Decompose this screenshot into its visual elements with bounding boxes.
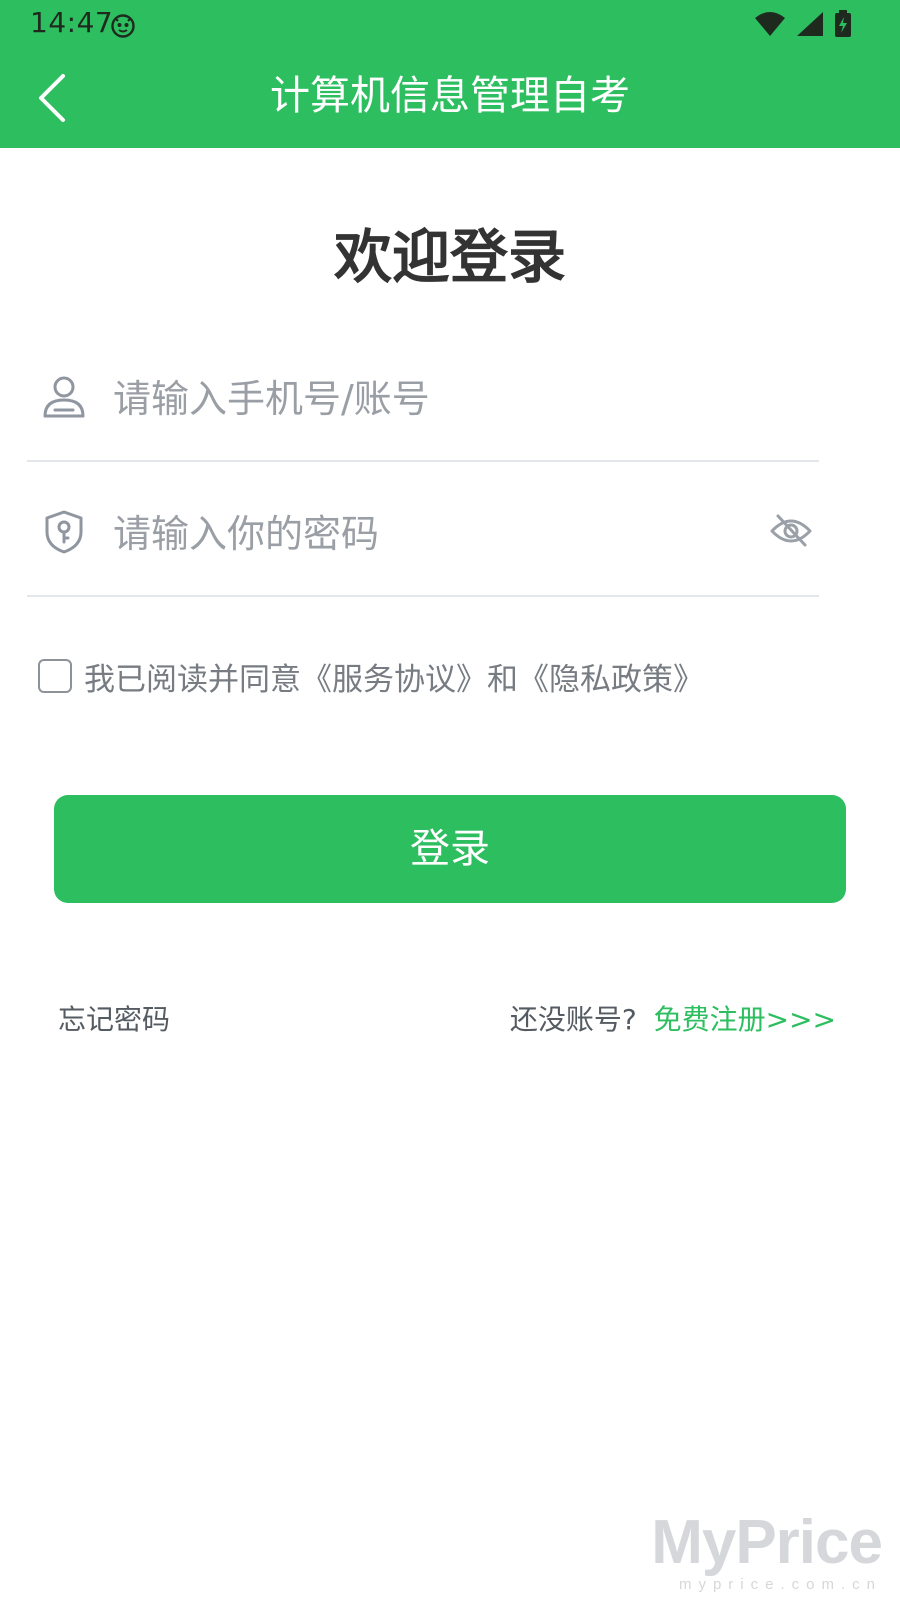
agreement-row: 我已阅读并同意《服务协议》和《隐私政策》 <box>38 654 704 699</box>
user-icon <box>43 376 85 418</box>
chevron-left-icon <box>39 74 65 122</box>
login-button[interactable]: 登录 <box>54 795 846 903</box>
status-icons <box>754 8 852 40</box>
forgot-password-link[interactable]: 忘记密码 <box>58 998 170 1038</box>
password-field <box>27 495 819 597</box>
agreement-checkbox[interactable] <box>38 659 72 693</box>
welcome-heading: 欢迎登录 <box>333 223 566 291</box>
watermark: MyPrice myprice.com.cn <box>651 1508 883 1594</box>
battery-charging-icon <box>835 10 851 37</box>
shield-key-icon <box>45 510 83 554</box>
wifi-icon <box>755 12 785 36</box>
status-time: 14:47 <box>30 6 114 39</box>
password-input[interactable] <box>111 501 735 567</box>
title-bar: 计算机信息管理自考 <box>0 48 900 148</box>
username-field <box>27 360 819 462</box>
status-bar: 14:47 <box>0 0 900 48</box>
app-badge-icon <box>111 14 135 38</box>
page-title: 计算机信息管理自考 <box>270 73 630 119</box>
signal-icon <box>797 12 823 36</box>
username-input[interactable] <box>111 366 735 432</box>
back-button[interactable] <box>30 68 74 128</box>
eye-off-icon[interactable] <box>769 511 813 551</box>
register-row: 还没账号? 免费注册>>> <box>510 998 836 1038</box>
watermark-logo: MyPrice <box>651 1508 883 1577</box>
no-account-label: 还没账号? <box>509 1003 637 1036</box>
watermark-url: myprice.com.cn <box>678 1576 882 1593</box>
app-header: 14:47 计算机信息管理自考 <box>0 0 900 148</box>
agreement-text[interactable]: 我已阅读并同意《服务协议》和《隐私政策》 <box>84 654 704 699</box>
register-link[interactable]: 免费注册>>> <box>654 1003 836 1036</box>
